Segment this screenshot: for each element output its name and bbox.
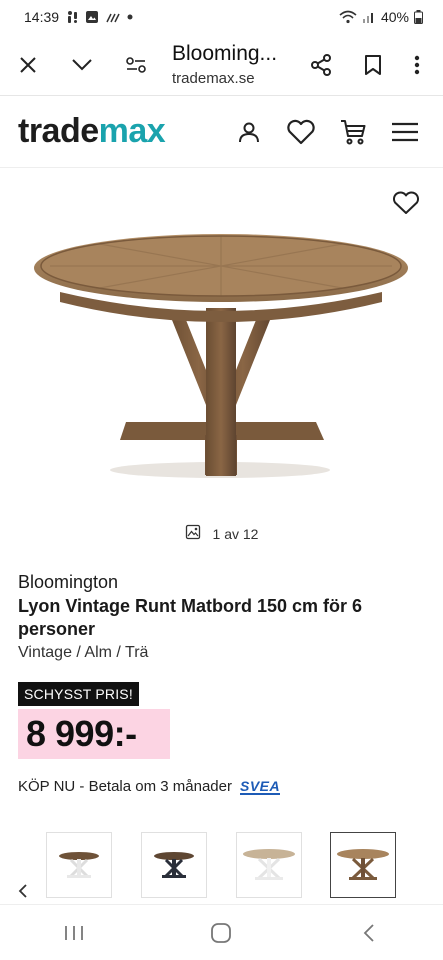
status-bar: 14:39 40% [0,0,443,34]
dot-icon [127,14,133,20]
site-settings-icon[interactable] [114,43,158,87]
battery-text: 40% [380,9,409,25]
product-title: Lyon Vintage Runt Matbord 150 cm för 6 p… [18,596,363,639]
image-icon [185,524,201,543]
back-icon[interactable] [339,913,399,953]
svea-logo: SVEA [239,777,281,795]
heart-icon[interactable] [279,110,323,154]
product-image-gallery[interactable] [0,170,443,510]
cell-signal-icon [362,10,376,24]
product-price: 8 999:- [26,713,137,754]
installment-text: KÖP NU - Betala om 3 månader [18,778,232,795]
thumbnail-2[interactable] [141,832,207,898]
product-image [34,234,408,478]
signal-notification-icon [105,10,121,24]
wifi-icon [339,10,357,24]
user-icon[interactable] [227,110,271,154]
product-brand[interactable]: Bloomington [18,572,118,593]
thumbnail-1[interactable] [46,832,112,898]
page-title: Blooming... [172,42,278,65]
chevron-down-icon[interactable] [60,43,104,87]
system-nav-bar [0,904,443,960]
image-counter: 1 av 12 [0,524,443,543]
notification-icon [65,10,79,24]
close-icon[interactable] [6,43,50,87]
menu-icon[interactable] [383,110,427,154]
address-bar[interactable]: Blooming... trademax.se [158,42,299,87]
favorite-heart-icon[interactable] [389,186,423,220]
thumbnail-3[interactable] [236,832,302,898]
browser-toolbar: Blooming... trademax.se [0,34,443,96]
price-badge: SCHYSST PRIS! [18,682,139,706]
trademax-logo[interactable]: trade max [18,112,166,151]
share-icon[interactable] [299,43,343,87]
site-header: trade max [0,96,443,168]
cart-icon[interactable] [331,110,375,154]
recent-apps-icon[interactable] [44,913,104,953]
more-vert-icon[interactable] [395,43,439,87]
image-counter-text: 1 av 12 [212,525,259,542]
installment-info[interactable]: KÖP NU - Betala om 3 månader SVEA [18,777,281,795]
gallery-notification-icon [85,10,99,24]
home-icon[interactable] [191,913,251,953]
page-url: trademax.se [172,70,255,87]
status-time: 14:39 [24,9,60,25]
product-category: Vintage / Alm / Trä [18,644,149,661]
thumbnail-4[interactable] [330,832,396,898]
thumbnail-strip [0,832,443,900]
bookmark-icon[interactable] [351,43,395,87]
chevron-left-icon[interactable] [10,878,36,904]
price-box: 8 999:- [18,709,170,759]
battery-icon [414,10,423,24]
